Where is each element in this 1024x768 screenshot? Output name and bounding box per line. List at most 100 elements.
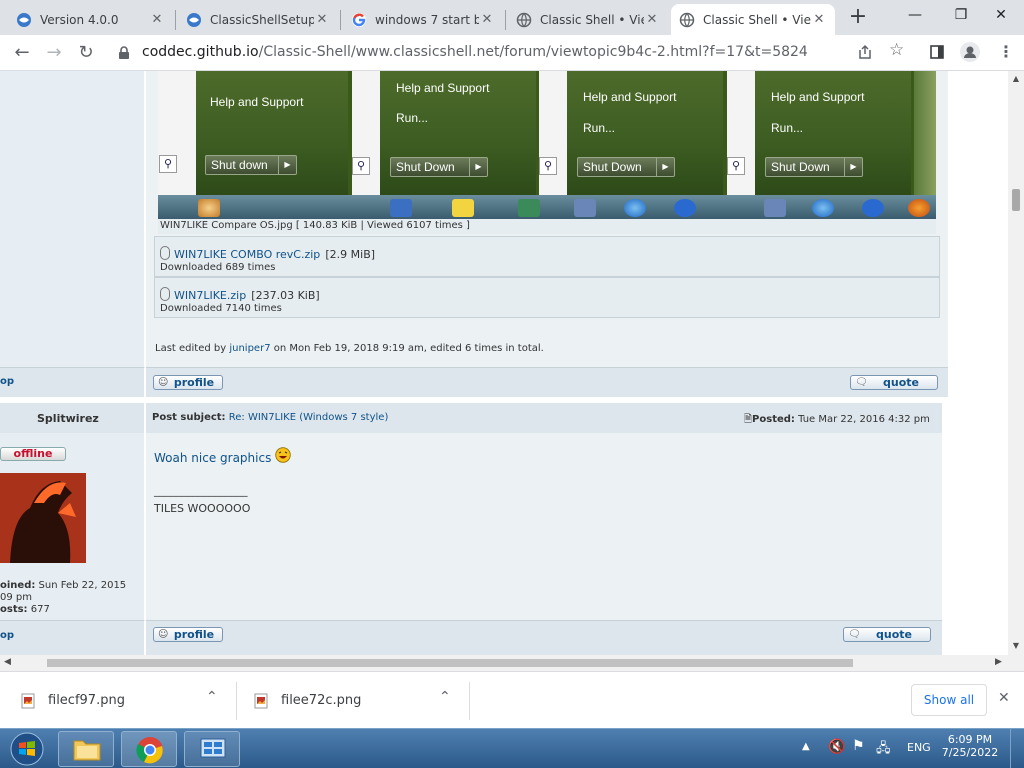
attachment-image[interactable]: Help and Support ⚲ Shut down ▶ Help and S… <box>158 71 936 219</box>
horizontal-scrollbar[interactable]: ◀ ▶ <box>0 655 1024 671</box>
signature-rule: _________________ <box>154 484 248 497</box>
quote-label: quote <box>876 628 912 641</box>
avatar[interactable] <box>0 473 86 563</box>
classic-shell-icon <box>187 12 201 27</box>
action-center-flag-icon[interactable]: ⚑ <box>852 738 865 754</box>
download-separator <box>469 682 470 720</box>
ie-icon <box>624 199 646 217</box>
user-icon: ☺ <box>158 629 169 640</box>
ie-icon <box>812 199 834 217</box>
post2-profile-column: offline oined: Sun Feb 22, 2015 09 pm os… <box>0 433 145 620</box>
reload-button[interactable]: ↻ <box>72 39 100 67</box>
scroll-left-arrow-icon[interactable]: ◀ <box>4 657 11 667</box>
shutdown-button-image: Shut Down ▶ <box>765 157 863 177</box>
laughing-emoji-icon <box>275 447 291 463</box>
attachment-link[interactable]: WIN7LIKE.zip <box>174 289 246 302</box>
arrow-right-icon: ▶ <box>844 158 862 176</box>
show-hidden-icons-arrow-icon[interactable]: ▲ <box>802 741 810 752</box>
browser-window: { "browser": { "tabs": [ {"title": "Vers… <box>0 0 1024 768</box>
scroll-right-arrow-icon[interactable]: ▶ <box>995 657 1002 667</box>
new-tab-button[interactable]: + <box>845 6 871 28</box>
network-icon[interactable]: 🖧 <box>876 739 891 761</box>
tab-separator <box>175 10 176 30</box>
scroll-down-arrow-icon[interactable]: ▼ <box>1011 641 1021 651</box>
download-separator <box>236 682 237 720</box>
profile-button[interactable]: ☺ profile <box>153 375 223 390</box>
chevron-up-icon[interactable]: ⌃ <box>206 689 218 705</box>
attachment-line: WIN7LIKE.zip [237.03 KiB] <box>160 284 320 303</box>
taskbar-control-panel-button[interactable] <box>184 731 240 767</box>
attachment-link[interactable]: WIN7LIKE COMBO revC.zip <box>174 248 320 261</box>
post-icon[interactable]: 🗎 <box>744 414 752 425</box>
volume-muted-icon[interactable]: 🔇 <box>828 739 845 755</box>
posts-count: 677 <box>30 604 50 615</box>
close-icon[interactable]: ✕ <box>479 12 495 27</box>
post2-subject-bar: Post subject: Re: WIN7LIKE (Windows 7 st… <box>146 403 942 433</box>
side-panel-icon[interactable] <box>930 45 944 59</box>
close-window-button[interactable]: ✕ <box>978 0 1024 32</box>
taskbar-chrome-button[interactable] <box>121 731 177 767</box>
chevron-up-icon[interactable]: ⌃ <box>439 689 451 705</box>
download-filename: filecf97.png <box>48 693 125 708</box>
edited-user-link[interactable]: juniper7 <box>229 343 270 354</box>
bookmark-star-icon[interactable]: ☆ <box>889 40 904 60</box>
downloads-bar: filecf97.png ⌃ filee72c.png ⌃ Show all ✕ <box>0 671 1024 728</box>
close-icon[interactable]: ✕ <box>811 12 827 27</box>
close-icon[interactable]: ✕ <box>644 12 660 27</box>
url-text[interactable]: coddec.github.io/Classic-Shell/www.class… <box>142 44 808 60</box>
quote-bubble-icon: 🗨 <box>848 629 861 640</box>
post2-footer-left: op <box>0 620 145 655</box>
taskbar-explorer-button[interactable] <box>58 731 114 767</box>
tab-google[interactable]: windows 7 start bu… ✕ <box>343 4 503 35</box>
scrollbar-thumb[interactable] <box>47 659 853 667</box>
top-link[interactable]: op <box>0 376 14 387</box>
scroll-up-arrow-icon[interactable]: ▲ <box>1011 74 1021 84</box>
posted-label: Posted: <box>752 414 795 425</box>
windows-start-icon[interactable] <box>8 731 46 767</box>
attachment-row: WIN7LIKE.zip [237.03 KiB] Downloaded 714… <box>154 277 940 318</box>
share-icon[interactable] <box>857 44 873 60</box>
startmenu-preview-3: Help and Support Run... ⚲ Shut Down ▶ <box>539 71 723 195</box>
menu-left-pane <box>539 71 567 195</box>
profile-button[interactable]: ☺ profile <box>153 627 223 642</box>
close-icon[interactable]: ✕ <box>149 12 165 27</box>
attachment-downloads: Downloaded 689 times <box>160 262 276 273</box>
minimize-button[interactable]: — <box>892 0 938 32</box>
post2-author-header: Splitwirez <box>0 403 145 433</box>
download-item[interactable]: filee72c.png ⌃ <box>243 678 469 724</box>
quote-button[interactable]: 🗨 quote <box>850 375 938 390</box>
scrollbar-thumb[interactable] <box>1012 189 1020 211</box>
menu-left-pane <box>727 71 755 195</box>
show-all-button[interactable]: Show all <box>911 684 987 716</box>
show-desktop-button[interactable] <box>1010 729 1024 768</box>
search-icon: ⚲ <box>159 155 177 173</box>
clock[interactable]: 6:09 PM 7/25/2022 <box>940 733 1000 759</box>
shutdown-button-image: Shut Down ▶ <box>577 157 675 177</box>
menu-kebab-icon[interactable]: ⋮ <box>998 42 1014 61</box>
message-text: Woah nice graphics <box>154 451 272 465</box>
shutdown-button-image: Shut down ▶ <box>205 155 297 175</box>
tab-classic-shell-active[interactable]: Classic Shell • View… ✕ <box>671 4 835 35</box>
subject-link[interactable]: Re: WIN7LIKE (Windows 7 style) <box>229 412 389 423</box>
quote-button[interactable]: 🗨 quote <box>843 627 931 642</box>
download-item[interactable]: filecf97.png ⌃ <box>10 678 236 724</box>
profile-avatar-icon[interactable] <box>959 41 981 63</box>
firefox-icon <box>908 199 930 217</box>
tab-version[interactable]: Version 4.0.0 ✕ <box>8 4 173 35</box>
language-indicator[interactable]: ENG <box>907 741 931 754</box>
tab-classic-shell-1[interactable]: Classic Shell • View… ✕ <box>508 4 668 35</box>
forward-button[interactable]: → <box>40 39 68 67</box>
post-author[interactable]: Splitwirez <box>37 412 99 425</box>
close-downloads-bar-icon[interactable]: ✕ <box>998 690 1010 706</box>
shutdown-label: Shut down <box>211 158 268 172</box>
folder-icon <box>73 740 101 761</box>
attachment-row: WIN7LIKE COMBO revC.zip [2.9 MiB] Downlo… <box>154 236 940 277</box>
tab-title: Classic Shell • View… <box>540 12 644 27</box>
vertical-scrollbar[interactable]: ▲ ▼ <box>1008 71 1024 655</box>
image-file-icon <box>254 693 268 709</box>
address-bar[interactable]: coddec.github.io/Classic-Shell/www.class… <box>106 38 926 68</box>
top-link[interactable]: op <box>0 630 14 641</box>
back-button[interactable]: ← <box>8 39 36 67</box>
close-icon[interactable]: ✕ <box>314 12 330 27</box>
tab-setup[interactable]: ClassicShellSetup_… ✕ <box>178 4 338 35</box>
